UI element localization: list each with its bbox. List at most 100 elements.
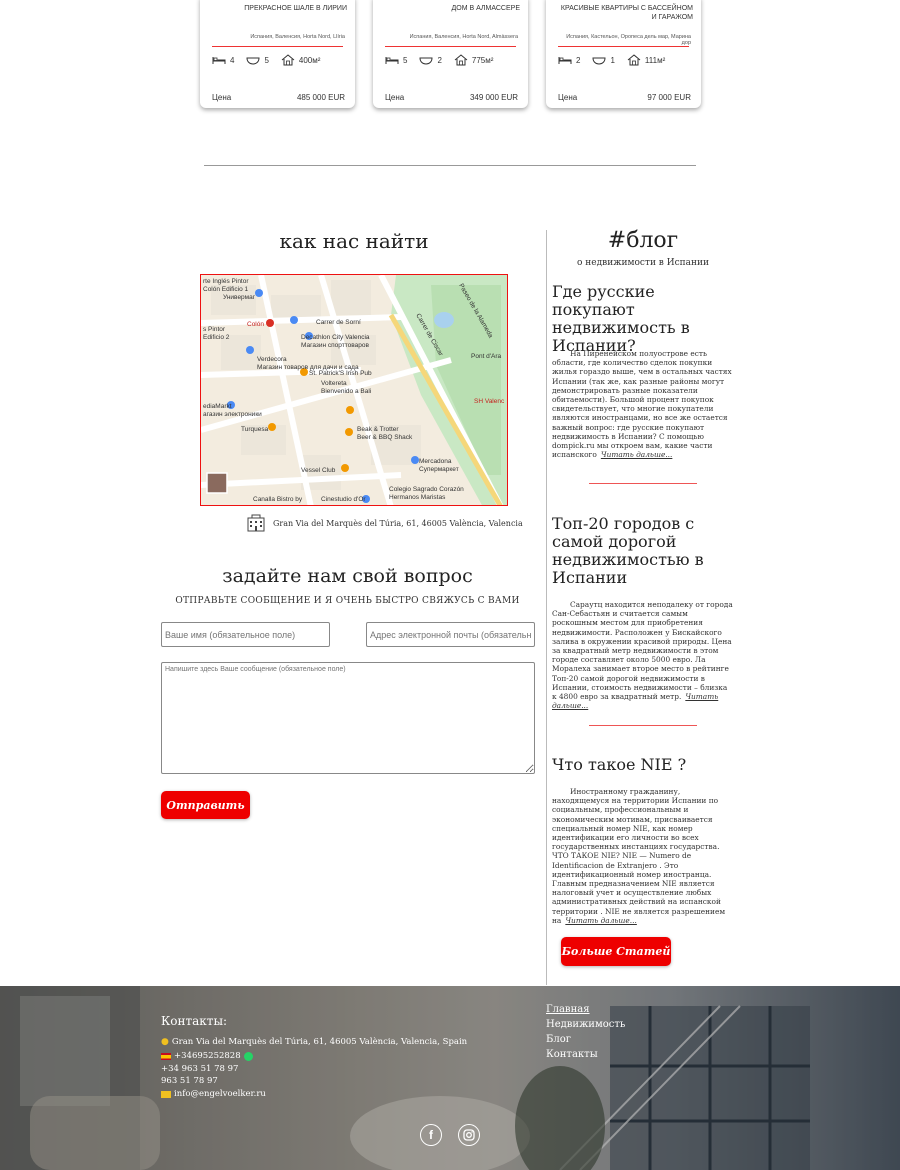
card-title: КРАСИВЫЕ КВАРТИРЫ С БАССЕЙНОМ И ГАРАЖОМ — [560, 5, 693, 21]
bath-icon — [419, 57, 433, 65]
card-features: 5 2 775м² — [385, 54, 520, 66]
map-label: Colón Edificio 1 — [203, 286, 249, 293]
map-label: Colón — [247, 321, 264, 328]
blog-post-excerpt: Иностранному гражданину, находящемуся на… — [552, 787, 726, 925]
footer-email[interactable]: info@engelvoelker.ru — [161, 1089, 266, 1099]
post-divider — [589, 725, 697, 726]
read-more-link[interactable]: Читать дальше... — [565, 916, 637, 925]
card-location: Испания, Валенсия, Horta Nord, Llíria — [250, 34, 345, 40]
bed-icon — [212, 57, 226, 64]
card-features: 2 1 111м² — [558, 54, 693, 66]
card-location: Испания, Валенсия, Horta Nord, Almàssera — [409, 34, 518, 40]
post-divider — [589, 483, 697, 484]
send-button[interactable]: Отправить — [161, 791, 250, 819]
price-value: 485 000 EUR — [296, 93, 345, 102]
map-label: ediaMarkt — [203, 403, 232, 410]
map-label: St. Patrick'S Irish Pub — [309, 370, 372, 377]
price-label: Цена — [558, 93, 578, 102]
contact-form-subtitle: ОТПРАВЬТЕ СООБЩЕНИЕ И Я ОЧЕНЬ БЫСТРО СВЯ… — [175, 596, 520, 606]
message-textarea[interactable] — [161, 662, 535, 774]
map-label: Vessel Club — [301, 467, 336, 474]
blog-post-excerpt: Сараутц находится неподалеку от города С… — [552, 600, 733, 711]
footer-contacts-title: Контакты: — [161, 1014, 228, 1028]
map-label: Pont d'Ara — [471, 353, 502, 360]
bath-icon — [246, 57, 260, 65]
spain-flag-icon — [161, 1052, 171, 1060]
read-more-link[interactable]: Читать дальше... — [601, 450, 673, 459]
more-articles-button[interactable]: Больше Статей — [561, 937, 671, 966]
blog-post-title[interactable]: Топ-20 городов с самой дорогой недвижимо… — [552, 515, 734, 587]
facebook-icon[interactable]: f — [420, 1124, 442, 1146]
footer-address: ● Gran Via del Marquès del Túria, 61, 460… — [161, 1037, 468, 1047]
map-label: Beak & Trotter — [357, 426, 399, 433]
price-label: Цена — [212, 93, 232, 102]
map-label: s Pintor — [203, 326, 226, 333]
map-address: Gran Via del Marquès del Túria, 61, 4600… — [245, 514, 523, 532]
card-features: 4 5 400м² — [212, 54, 347, 66]
map-label: Turquesa — [241, 426, 269, 433]
map-label: Mercadona — [419, 458, 452, 465]
map-label: Универмаг — [223, 294, 256, 301]
map-label: Voltereta — [321, 380, 347, 387]
bed-icon — [558, 57, 572, 64]
location-pin-icon: ● — [161, 1037, 169, 1047]
location-map[interactable]: rte Inglés Pintor Colón Edificio 1 Универм… — [200, 274, 508, 506]
bed-icon — [385, 57, 399, 64]
footer: Контакты: ● Gran Via del Marquès del Túri… — [0, 986, 900, 1170]
footer-phone[interactable]: 963 51 78 97 — [161, 1076, 218, 1086]
map-label: Colegio Sagrado Corazón — [389, 486, 464, 493]
card-title: ПРЕКРАСНОЕ ШАЛЕ В ЛИРИИ — [244, 5, 347, 12]
footer-nav-home[interactable]: Главная — [546, 1004, 590, 1015]
blog-post-title[interactable]: Что такое NIE ? — [552, 756, 734, 774]
contact-form-title: задайте нам свой вопрос — [222, 565, 473, 587]
house-area-icon — [627, 54, 641, 66]
card-divider — [558, 46, 689, 47]
blog-subtitle: о недвижимости в Испании — [577, 258, 709, 268]
map-label: Bienvenido a Bali — [321, 388, 371, 395]
map-label: Hermanos Maristas — [389, 494, 446, 501]
price-label: Цена — [385, 93, 405, 102]
map-label: Canalla Bistro by — [253, 496, 303, 503]
blog-post-excerpt: На Пиренейском полуострове есть области,… — [552, 349, 732, 460]
card-divider — [212, 46, 343, 47]
map-label: Cinestudio d'Or — [321, 496, 366, 503]
column-divider — [546, 230, 547, 985]
footer-phone[interactable]: +34 963 51 78 97 — [161, 1064, 238, 1074]
building-icon — [247, 514, 265, 532]
email-input[interactable] — [366, 622, 535, 647]
blog-title: #блог — [607, 228, 679, 253]
map-label: Verdecora — [257, 356, 287, 363]
footer-nav-contacts[interactable]: Контакты — [546, 1049, 598, 1060]
map-label: SH Valenc — [474, 398, 505, 405]
footer-phone-whatsapp[interactable]: +34695252828 — [161, 1051, 253, 1061]
map-label: Edificio 2 — [203, 334, 230, 341]
card-divider — [385, 46, 516, 47]
find-us-title: как нас найти — [279, 229, 429, 253]
mail-icon — [161, 1090, 171, 1098]
price-value: 97 000 EUR — [647, 93, 691, 102]
property-card[interactable]: КРАСИВЫЕ КВАРТИРЫ С БАССЕЙНОМ И ГАРАЖОМ … — [546, 0, 701, 108]
map-label: Decathlon City Valencia — [301, 334, 370, 341]
house-area-icon — [281, 54, 295, 66]
map-label: rte Inglés Pintor — [203, 278, 249, 285]
property-card[interactable]: ДОМ В АЛМАССЕРЕ Испания, Валенсия, Horta… — [373, 0, 528, 108]
map-label: Магазин спорттоваров — [301, 342, 369, 349]
instagram-icon[interactable] — [458, 1124, 480, 1146]
house-area-icon — [454, 54, 468, 66]
name-input[interactable] — [161, 622, 330, 647]
footer-nav-blog[interactable]: Блог — [546, 1034, 571, 1045]
card-location: Испания, Кастельон, Оропеса дель мар, Ма… — [566, 34, 691, 46]
section-divider — [204, 165, 696, 166]
map-label: Супермаркет — [419, 466, 459, 473]
footer-nav-realty[interactable]: Недвижимость — [546, 1019, 625, 1030]
map-label: Beer & BBQ Shack — [357, 434, 413, 441]
map-label: агазин электроники — [203, 411, 262, 418]
price-value: 349 000 EUR — [469, 93, 518, 102]
whatsapp-icon[interactable] — [243, 1051, 253, 1061]
property-card[interactable]: ПРЕКРАСНОЕ ШАЛЕ В ЛИРИИ Испания, Валенси… — [200, 0, 355, 108]
map-address-text: Gran Via del Marquès del Túria, 61, 4600… — [273, 518, 523, 528]
map-label: Carrer de Sorní — [316, 319, 361, 326]
bath-icon — [592, 57, 606, 65]
card-title: ДОМ В АЛМАССЕРЕ — [451, 5, 520, 12]
blog-post-title[interactable]: Где русские покупают недвижимость в Испа… — [552, 283, 734, 355]
